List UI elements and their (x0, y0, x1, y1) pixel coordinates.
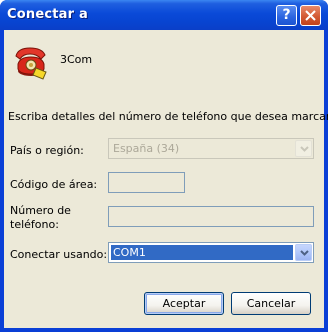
dialog-window: Conectar a ? 3Com Escriba detalles del n… (0, 0, 328, 332)
close-icon (305, 10, 316, 21)
phone-number-field[interactable] (108, 206, 314, 227)
dialog-body: 3Com Escriba detalles del número de telé… (4, 30, 328, 328)
instructions-text: Escriba detalles del número de teléfono … (8, 110, 328, 123)
help-button[interactable]: ? (276, 5, 297, 26)
chevron-down-icon (300, 146, 309, 152)
country-select[interactable]: España (34) (108, 138, 314, 159)
area-code-field[interactable] (108, 172, 185, 193)
connect-using-dropdown-button[interactable] (295, 244, 312, 261)
area-code-label: Código de área: (10, 178, 98, 191)
country-label: País o región: (10, 144, 84, 157)
phone-number-label-line1: Número de (10, 204, 71, 217)
country-dropdown-button[interactable] (295, 140, 312, 157)
title-bar[interactable]: Conectar a ? (0, 0, 328, 30)
phone-number-label-line2: teléfono: (10, 218, 59, 231)
country-select-value: España (34) (113, 142, 180, 155)
connect-using-select[interactable]: COM1 (108, 242, 314, 263)
phone-icon (12, 44, 48, 80)
cancel-button[interactable]: Cancelar (231, 292, 311, 315)
window-title: Conectar a (7, 7, 88, 22)
close-button[interactable] (300, 5, 321, 26)
connection-name: 3Com (60, 53, 93, 66)
chevron-down-icon (300, 250, 309, 256)
accept-button[interactable]: Aceptar (144, 292, 224, 315)
connect-using-label: Conectar usando: (10, 248, 108, 261)
connect-using-value: COM1 (113, 246, 146, 259)
